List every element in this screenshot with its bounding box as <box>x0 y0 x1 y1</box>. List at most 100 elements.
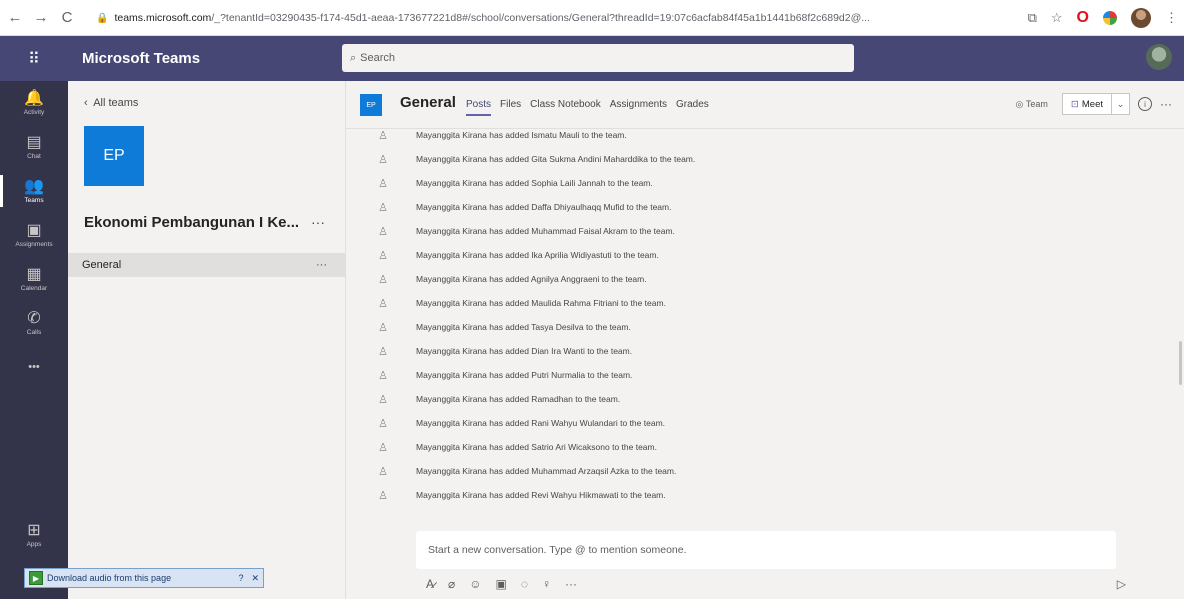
tab-class-notebook[interactable]: Class Notebook <box>530 99 601 116</box>
camera-icon: ⊡ <box>1070 98 1079 110</box>
person-add-icon: ♙ <box>378 153 388 166</box>
rail-item-assignments[interactable]: ▣ Assignments <box>0 213 68 257</box>
star-icon[interactable]: ☆ <box>1051 10 1063 26</box>
person-add-icon: ♙ <box>378 393 388 406</box>
praise-icon[interactable]: ♀ <box>542 577 551 591</box>
format-icon[interactable]: A̷ <box>426 577 434 591</box>
reload-icon[interactable]: C <box>56 7 78 29</box>
app-launcher-icon[interactable]: ⠿ <box>0 36 68 81</box>
system-message: ♙ Mayanggita Kirana has added Agnilya An… <box>376 267 647 291</box>
person-add-icon: ♙ <box>378 225 388 238</box>
scrollbar-thumb[interactable] <box>1179 341 1182 385</box>
phone-icon: ✆ <box>27 309 41 327</box>
channel-header: EP General Posts Files Class Notebook As… <box>346 81 1184 129</box>
rail-label: Calls <box>26 328 42 336</box>
sticker-icon[interactable]: ◌ <box>521 577 528 591</box>
compose-more-button[interactable]: ··· <box>565 577 577 591</box>
search-placeholder: Search <box>360 52 396 64</box>
rail-item-chat[interactable]: ▤ Chat <box>0 125 68 169</box>
rail-label: Teams <box>24 196 44 204</box>
more-icon: ••• <box>28 361 40 373</box>
browser-toolbar: ← → C 🔒 teams.microsoft.com /_?tenantId=… <box>0 0 1184 36</box>
message-text: Mayanggita Kirana has added Revi Wahyu H… <box>416 490 666 500</box>
meet-dropdown-button[interactable]: ⌄ <box>1112 93 1130 115</box>
system-message: ♙ Mayanggita Kirana has added Rani Wahyu… <box>376 411 665 435</box>
system-message: ♙ Mayanggita Kirana has added Dian Ira W… <box>376 339 632 363</box>
rail-item-calendar[interactable]: ▦ Calendar <box>0 257 68 301</box>
url-host: teams.microsoft.com <box>114 12 212 24</box>
system-message: ♙ Mayanggita Kirana has added Ismatu Mau… <box>376 129 627 147</box>
team-name: Ekonomi Pembangunan I Ke... <box>84 214 300 231</box>
team-icon: ◎ <box>1015 98 1026 109</box>
person-add-icon: ♙ <box>378 345 388 358</box>
search-input[interactable]: ⌕ Search <box>342 44 854 72</box>
address-bar[interactable]: 🔒 teams.microsoft.com /_?tenantId=032904… <box>96 6 1066 30</box>
rail-item-calls[interactable]: ✆ Calls <box>0 301 68 345</box>
system-message: ♙ Mayanggita Kirana has added Muhammad A… <box>376 459 676 483</box>
attach-icon[interactable]: ⌀ <box>448 577 455 591</box>
close-icon[interactable]: ✕ <box>247 573 263 584</box>
chevron-left-icon: ‹ <box>84 97 88 109</box>
extension-icon[interactable] <box>1103 11 1117 25</box>
header-more-button[interactable]: ··· <box>1160 97 1172 111</box>
send-icon[interactable]: ▷ <box>1117 577 1126 591</box>
all-teams-link[interactable]: ‹ All teams <box>84 97 138 109</box>
meet-button-label: Meet <box>1081 98 1103 110</box>
message-text: Mayanggita Kirana has added Maulida Rahm… <box>416 298 666 308</box>
system-message: ♙ Mayanggita Kirana has added Putri Nurm… <box>376 363 632 387</box>
help-icon[interactable]: ? <box>234 573 247 583</box>
person-add-icon: ♙ <box>378 369 388 382</box>
team-more-button[interactable]: ··· <box>311 214 325 230</box>
system-message: ♙ Mayanggita Kirana has added Ika Aprili… <box>376 243 659 267</box>
team-button[interactable]: ◎ Team <box>1010 93 1054 115</box>
channel-more-button[interactable]: ··· <box>316 259 327 271</box>
download-audio-bar[interactable]: ▶ Download audio from this page ? ✕ <box>24 568 264 588</box>
person-add-icon: ♙ <box>378 273 388 286</box>
system-message: ♙ Mayanggita Kirana has added Gita Sukma… <box>376 147 695 171</box>
tab-grades[interactable]: Grades <box>676 99 709 116</box>
rail-item-activity[interactable]: 🔔 Activity <box>0 81 68 125</box>
compose-box[interactable]: Start a new conversation. Type @ to ment… <box>416 531 1116 569</box>
header-actions: ◎ Team ⊡ Meet ⌄ i ··· <box>1010 93 1172 115</box>
rail-item-apps[interactable]: ⊞ Apps <box>0 513 68 557</box>
user-avatar[interactable] <box>1146 44 1172 70</box>
message-text: Mayanggita Kirana has added Gita Sukma A… <box>416 154 696 164</box>
rail-item-teams[interactable]: 👥 Teams <box>0 169 68 213</box>
translate-icon[interactable]: ⧉ <box>1028 10 1037 26</box>
giphy-icon[interactable]: ▣ <box>496 577 507 591</box>
rail-item-more[interactable]: ••• <box>0 345 68 389</box>
back-arrow-icon[interactable]: ← <box>4 7 26 29</box>
calendar-icon: ▦ <box>26 265 42 283</box>
tab-posts[interactable]: Posts <box>466 99 492 116</box>
message-list[interactable]: ♙ Mayanggita Kirana has added Ismatu Mau… <box>346 129 1184 509</box>
search-icon: ⌕ <box>350 51 357 64</box>
message-text: Mayanggita Kirana has added Satrio Ari W… <box>416 442 657 452</box>
channel-item-general[interactable]: General ··· <box>68 253 345 277</box>
lock-icon: 🔒 <box>96 12 109 24</box>
person-add-icon: ♙ <box>378 177 388 190</box>
system-message: ♙ Mayanggita Kirana has added Satrio Ari… <box>376 435 657 459</box>
compose-toolbar: A̷ ⌀ ☺ ▣ ◌ ♀ ··· <box>426 577 577 591</box>
tab-assignments[interactable]: Assignments <box>610 99 667 116</box>
info-icon[interactable]: i <box>1138 97 1152 111</box>
tab-files[interactable]: Files <box>500 99 521 116</box>
app-title: Microsoft Teams <box>82 50 201 67</box>
browser-extensions: ⧉ ☆ O ⋮ <box>1028 6 1178 30</box>
channel-title: General <box>400 94 456 111</box>
system-message: ♙ Mayanggita Kirana has added Daffa Dhiy… <box>376 195 671 219</box>
team-panel: ‹ All teams EP Ekonomi Pembangunan I Ke.… <box>68 81 346 599</box>
rail-label: Apps <box>26 540 42 548</box>
chat-icon: ▤ <box>26 133 42 151</box>
rail-label: Chat <box>27 152 41 160</box>
message-text: Mayanggita Kirana has added Ika Aprilia … <box>416 250 659 260</box>
meet-button[interactable]: ⊡ Meet <box>1061 93 1112 115</box>
system-message: ♙ Mayanggita Kirana has added Maulida Ra… <box>376 291 666 315</box>
person-add-icon: ♙ <box>378 249 388 262</box>
channel-main: EP General Posts Files Class Notebook As… <box>346 81 1184 599</box>
system-message: ♙ Mayanggita Kirana has added Revi Wahyu… <box>376 483 666 507</box>
emoji-icon[interactable]: ☺ <box>469 577 481 591</box>
profile-avatar[interactable] <box>1131 8 1151 28</box>
kebab-menu-icon[interactable]: ⋮ <box>1165 10 1178 26</box>
opera-icon[interactable]: O <box>1077 9 1089 27</box>
forward-arrow-icon[interactable]: → <box>30 7 52 29</box>
